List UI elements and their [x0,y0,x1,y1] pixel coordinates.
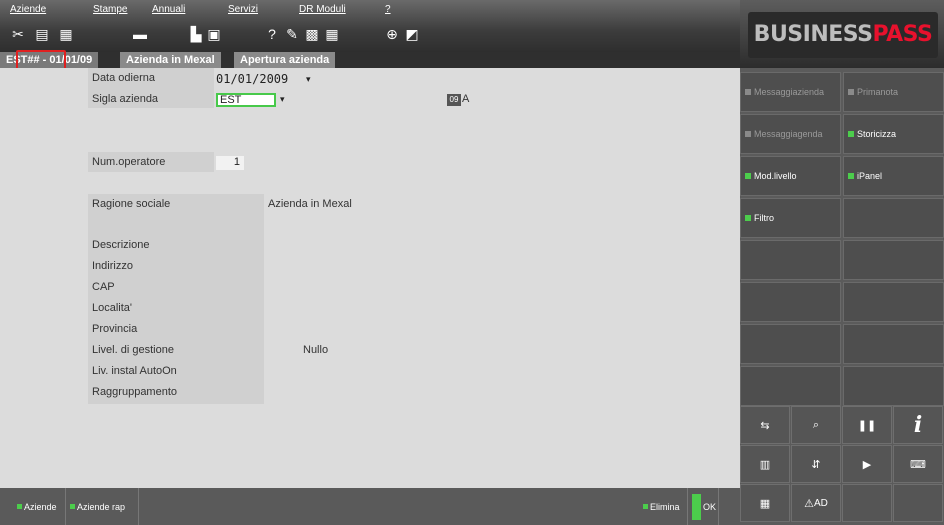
form-area: Data odierna 01/01/2009 ▾ Sigla azienda … [0,68,740,488]
transfer-icon[interactable]: ⇆ [740,406,790,444]
info-icon[interactable]: i [893,406,943,444]
badge: 09 [447,94,461,106]
right-panel: Messaggiazienda Primanota Messaggiagenda… [740,68,944,525]
aziende-rap-button[interactable]: Aziende rap [67,488,139,525]
sigla-dropdown-icon[interactable]: ▾ [280,94,288,104]
date-field[interactable]: 01/01/2009 [216,72,310,87]
descrizione-label: Descrizione [92,239,150,251]
empty-button[interactable] [740,366,841,406]
empty-button[interactable] [740,282,841,322]
top-bar: Aziende Stampe Annuali Servizi DR Moduli… [0,0,740,52]
highlight-box [16,50,66,70]
bottom-bar: Aziende Aziende rap Elimina OK [0,488,740,525]
menu-aziende[interactable]: Aziende [10,4,46,15]
sort-icon[interactable]: ⇵ [791,445,841,483]
menu-stampe[interactable]: Stampe [93,4,127,15]
tab-azienda-mexal[interactable]: Azienda in Mexal [120,52,221,68]
ok-button[interactable]: OK [689,488,719,525]
sigla-input[interactable]: EST [216,93,276,107]
toolbar: ✂ ▤ ▦ ▬ ▙ ▣ ? ✎ ▩ ▦ ⊕ ◩ [0,22,740,48]
operatore-input[interactable]: 1 [216,156,244,170]
gestione-label: Livel. di gestione [92,344,174,356]
operatore-label: Num.operatore [92,156,166,168]
ragione-label: Ragione sociale [92,198,171,210]
storicizza-button[interactable]: Storicizza [843,114,944,154]
ipanel-button[interactable]: iPanel [843,156,944,196]
messaggiazienda-button[interactable]: Messaggiazienda [740,72,841,112]
calculator-icon[interactable]: ▩ [304,26,320,42]
messaggiagenda-button[interactable]: Messaggiagenda [740,114,841,154]
pause-icon[interactable]: ❚❚ [842,406,892,444]
menu-bar: Aziende Stampe Annuali Servizi DR Moduli… [0,0,740,20]
badge-suffix: A [462,93,470,105]
raggruppamento-label: Raggruppamento [92,386,178,398]
gestione-value: Nullo [303,344,329,356]
empty-icon-button[interactable] [842,484,892,522]
numpad-icon[interactable]: ▦ [740,484,790,522]
empty-button[interactable] [740,240,841,280]
primanota-button[interactable]: Primanota [843,72,944,112]
localita-label: Localita' [92,302,133,314]
menu-servizi[interactable]: Servizi [228,4,258,15]
empty-button[interactable] [740,324,841,364]
question-icon[interactable]: ? [264,26,280,42]
empty-icon-button[interactable] [893,484,943,522]
grid-icon[interactable]: ▦ [324,26,340,42]
window-icon[interactable]: ◩ [404,26,420,42]
modlivello-button[interactable]: Mod.livello [740,156,841,196]
copy-icon[interactable]: ▦ [58,26,74,42]
scissors-icon[interactable]: ✂ [10,26,26,42]
tab-row: EST## - 01/01/09 Azienda in Mexal Apertu… [0,52,740,68]
printer-icon[interactable]: ▬ [132,26,148,42]
document-icon[interactable]: ▤ [34,26,50,42]
empty-button[interactable] [843,324,944,364]
cap-label: CAP [92,281,115,293]
ad-icon[interactable]: ⚠ AD [791,484,841,522]
menu-annuali[interactable]: Annuali [152,4,185,15]
autoon-label: Liv. instal AutoOn [92,365,177,377]
indirizzo-label: Indirizzo [92,260,133,272]
menu-dr-moduli[interactable]: DR Moduli [299,4,346,15]
empty-button[interactable] [843,366,944,406]
brand-logo: BUSINESSPASS [748,12,938,58]
brand-area: BUSINESSPASS [740,0,944,68]
elimina-button[interactable]: Elimina [640,488,688,525]
ragione-value: Azienda in Mexal [268,198,352,210]
date-dropdown-icon[interactable]: ▾ [306,74,314,84]
search-document-icon[interactable]: ⌕ [791,406,841,444]
play-icon[interactable]: ▶ [842,445,892,483]
edit-icon[interactable]: ✎ [284,26,300,42]
empty-button[interactable] [843,198,944,238]
provincia-label: Provincia [92,323,138,335]
archive-icon[interactable]: ▥ [740,445,790,483]
date-label: Data odierna [92,72,155,84]
filtro-button[interactable]: Filtro [740,198,841,238]
keyboard-icon[interactable]: ⌨ [893,445,943,483]
aziende-button[interactable]: Aziende [14,488,66,525]
empty-button[interactable] [843,240,944,280]
menu-help[interactable]: ? [385,4,391,15]
tab-apertura-azienda[interactable]: Apertura azienda [234,52,336,68]
empty-button[interactable] [843,282,944,322]
table-icon[interactable]: ▣ [206,26,222,42]
zoom-icon[interactable]: ⊕ [384,26,400,42]
sigla-label: Sigla azienda [92,93,159,105]
chart-icon[interactable]: ▙ [188,26,204,42]
